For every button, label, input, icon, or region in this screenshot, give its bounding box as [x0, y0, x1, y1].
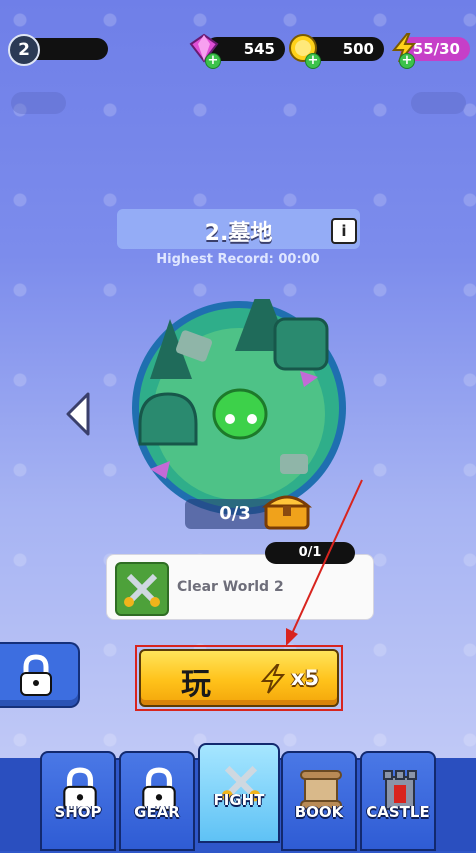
tab-book[interactable]: BOOK: [281, 751, 357, 851]
quest-label: Clear World 2: [177, 579, 284, 595]
nav-edge-left: [0, 758, 40, 851]
tab-castle[interactable]: CASTLE: [360, 751, 436, 851]
nav-edge-right: [436, 758, 476, 851]
crossed-swords-icon: [115, 562, 169, 616]
right-pill-button[interactable]: [411, 92, 466, 114]
tab-label: SHOP: [54, 803, 102, 821]
locked-side-button[interactable]: [0, 642, 80, 708]
stage-title: 2.墓地: [204, 221, 273, 246]
info-icon[interactable]: i: [331, 218, 357, 244]
stage-title-box: 2.墓地: [117, 209, 360, 249]
play-energy-cost: x5: [291, 666, 320, 690]
player-level[interactable]: 2: [8, 34, 108, 66]
highest-record: Highest Record: 00:00: [156, 252, 320, 267]
tab-fight[interactable]: FIGHT: [198, 743, 280, 843]
left-pill-button[interactable]: [11, 92, 66, 114]
tab-label: CASTLE: [366, 803, 430, 821]
lightning-icon: [260, 664, 286, 694]
tab-label: BOOK: [294, 803, 344, 821]
tab-label: FIGHT: [213, 791, 265, 809]
play-label: 玩: [181, 667, 211, 702]
level-badge: 2: [8, 34, 40, 66]
previous-world-arrow-icon[interactable]: [64, 392, 92, 436]
play-button[interactable]: 玩 x5: [139, 649, 339, 707]
add-gems-icon[interactable]: +: [205, 53, 221, 69]
add-energy-icon[interactable]: +: [399, 53, 415, 69]
tab-gear[interactable]: GEAR: [119, 751, 195, 851]
tab-label: GEAR: [134, 803, 180, 821]
tab-shop[interactable]: SHOP: [40, 751, 116, 851]
add-coins-icon[interactable]: +: [305, 53, 321, 69]
annotation-arrow: [286, 479, 363, 646]
lock-icon: [20, 654, 52, 696]
